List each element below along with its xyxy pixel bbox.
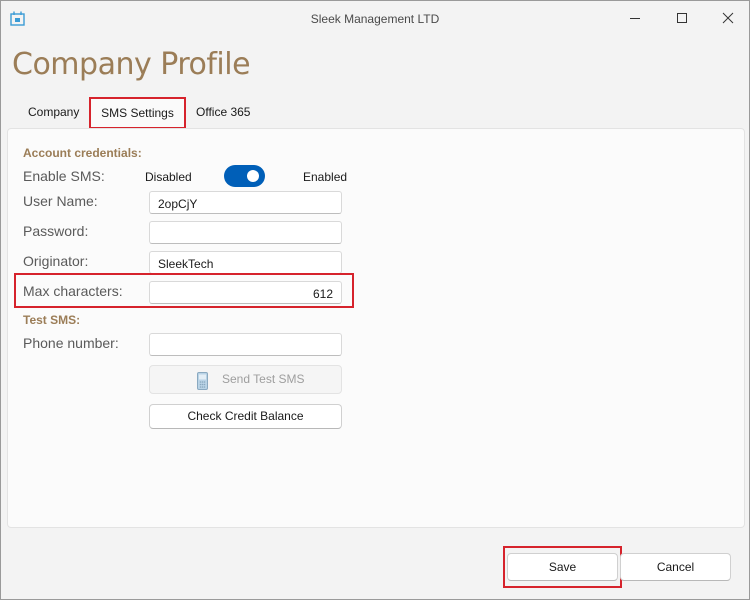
originator-label: Originator: [23,253,89,269]
page-title: Company Profile [12,47,251,82]
toggle-disabled-label: Disabled [145,170,192,184]
phone-number-field[interactable] [149,333,342,356]
enable-sms-toggle[interactable] [224,165,265,187]
username-label: User Name: [23,193,98,209]
password-field[interactable] [149,221,342,244]
cancel-button[interactable]: Cancel [620,553,731,581]
maximize-icon[interactable] [674,10,690,26]
sms-settings-panel [7,128,745,528]
save-button[interactable]: Save [507,553,618,581]
username-field[interactable]: 2opCjY [149,191,342,214]
max-characters-field[interactable]: 612 [149,281,342,304]
password-label: Password: [23,223,89,239]
enable-sms-label: Enable SMS: [23,168,105,184]
minimize-icon[interactable] [627,10,643,26]
max-characters-label: Max characters: [23,283,123,299]
test-sms-heading: Test SMS: [23,313,81,327]
originator-field[interactable]: SleekTech [149,251,342,274]
toggle-enabled-label: Enabled [303,170,348,184]
phone-icon [197,372,208,390]
tab-sms-settings[interactable]: SMS Settings [89,97,186,129]
check-credit-balance-button[interactable]: Check Credit Balance [149,404,342,429]
phone-number-label: Phone number: [23,335,119,351]
app-window: Sleek Management LTD Company Profile Com… [0,0,750,600]
toggle-knob [247,170,259,182]
send-test-sms-label: Send Test SMS [222,372,305,386]
send-test-sms-button[interactable]: Send Test SMS [149,365,342,394]
tab-office-365[interactable]: Office 365 [196,105,250,119]
close-icon[interactable] [720,10,736,26]
tab-company[interactable]: Company [28,105,79,119]
title-bar[interactable]: Sleek Management LTD [1,1,749,37]
account-credentials-heading: Account credentials: [23,146,142,160]
